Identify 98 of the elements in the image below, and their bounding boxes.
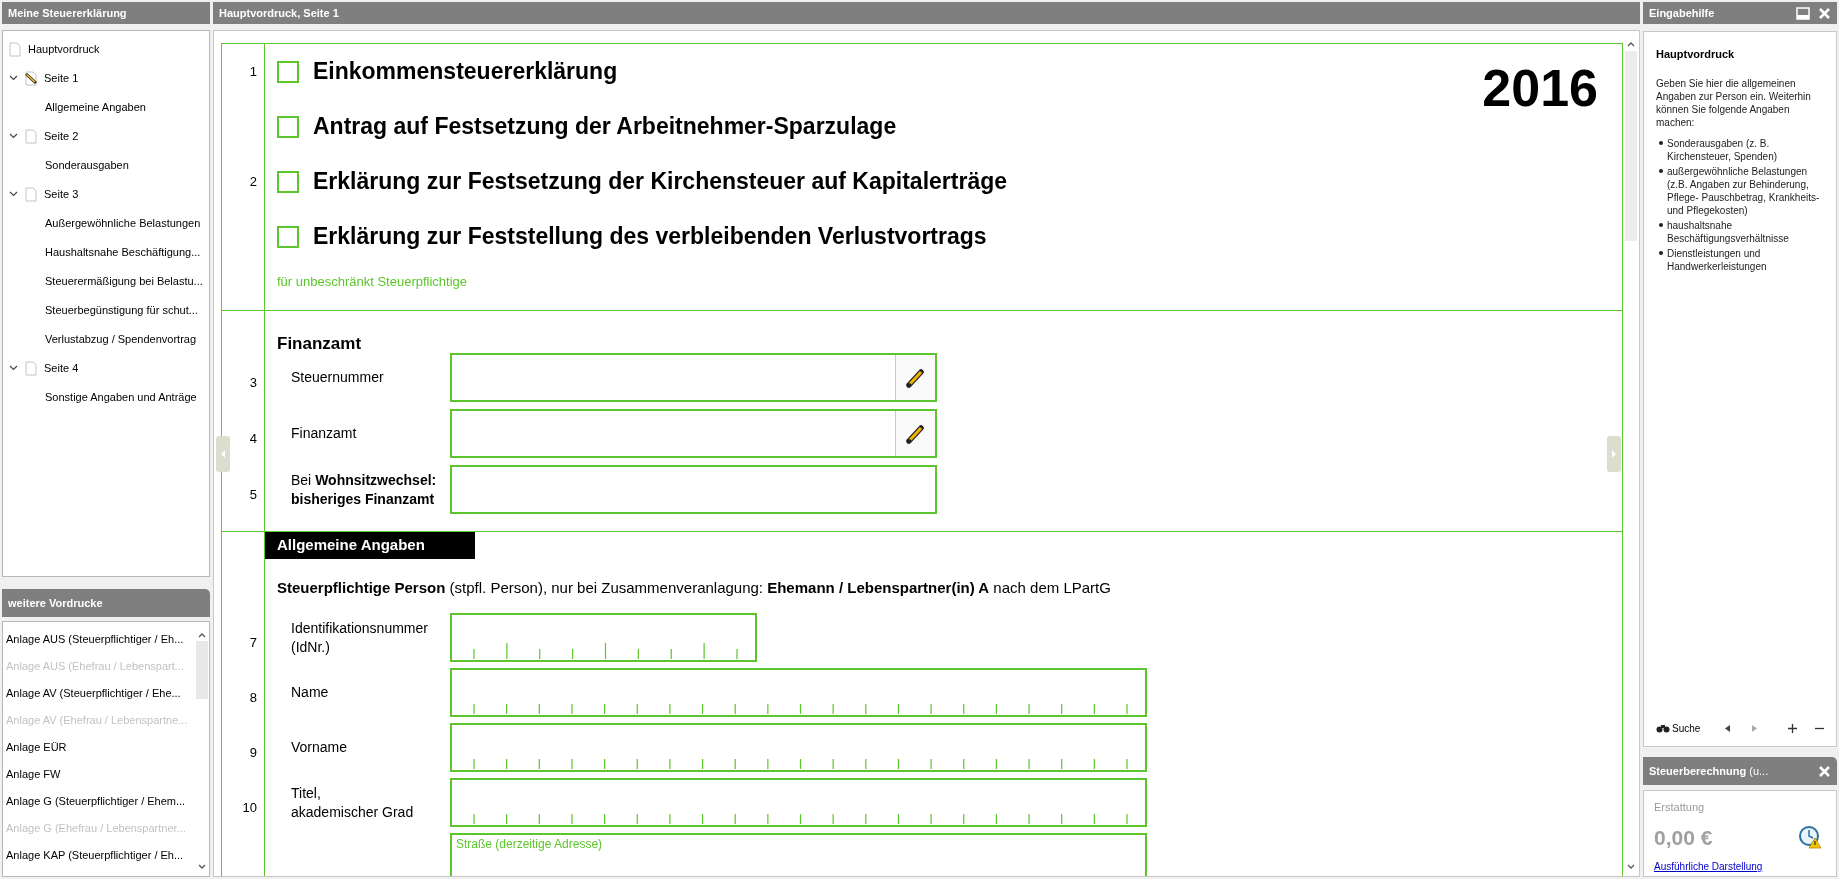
input-field[interactable]: [450, 668, 1147, 717]
help-list-item: haushaltsnahe Beschäftigungsverhältnisse: [1667, 218, 1790, 245]
expanded-chevron-icon[interactable]: [9, 132, 18, 141]
form-list-item[interactable]: Anlage FW: [3, 761, 195, 788]
close-icon[interactable]: [1818, 6, 1831, 20]
input-field[interactable]: [450, 723, 1147, 772]
scroll-down-icon[interactable]: [1627, 864, 1635, 870]
form-list-item[interactable]: Anlage AUS (Steuerpflichtiger / Eh...: [3, 626, 195, 653]
input-field[interactable]: [450, 465, 937, 514]
line-number: 10: [242, 798, 257, 817]
collapse-handle-icon[interactable]: [216, 436, 230, 472]
tree-item[interactable]: Hauptvordruck: [28, 41, 100, 58]
checkbox[interactable]: [277, 60, 299, 83]
input-field[interactable]: [450, 613, 757, 662]
line-number: 7: [249, 633, 257, 652]
tree-item[interactable]: Allgemeine Angaben: [3, 93, 209, 122]
pencil-icon: [904, 422, 927, 445]
tree-item[interactable]: Steuerermäßigung bei Belastu...: [3, 267, 209, 296]
scroll-down-icon[interactable]: [198, 864, 206, 870]
tree-item[interactable]: Sonstige Angaben und Anträge: [3, 383, 209, 412]
line-number: 8: [249, 688, 257, 707]
search-button[interactable]: Suche: [1656, 721, 1701, 736]
line-number: 9: [249, 743, 257, 762]
panel-header: Meine Steuererklärung: [2, 2, 210, 24]
tree-item[interactable]: Seite 3: [44, 186, 79, 203]
checkbox-label: Antrag auf Festsetzung der Arbeitnehmer-Sparzulage: [313, 112, 897, 142]
scroll-up-icon[interactable]: [1627, 41, 1635, 47]
tree-item[interactable]: Sonderausgaben: [3, 151, 209, 180]
form-year: 2016: [1482, 58, 1599, 119]
binoculars-icon: [1656, 724, 1670, 733]
checkbox-label: Erklärung zur Festsetzung der Kirchensteuer auf Kapitalerträge: [313, 167, 1007, 197]
document-title: Hauptvordruck, Seite 1: [213, 2, 1640, 24]
help-list-item: Sonderausgaben (z. B. Kirchensteuer, Spenden): [1667, 136, 1779, 163]
tree-item[interactable]: Steuerbegünstigung für schut...: [3, 296, 209, 325]
expanded-chevron-icon[interactable]: [9, 74, 18, 83]
field-label: Finanzamt: [291, 424, 357, 443]
panel-title: Steuerberechnung (u...: [1649, 763, 1770, 779]
panel-header: weitere Vordrucke: [2, 589, 210, 617]
input-field[interactable]: [450, 409, 937, 458]
bullet-icon: [1659, 222, 1663, 227]
checkbox[interactable]: [277, 170, 299, 193]
clock-warning-icon: [1798, 825, 1822, 850]
tree-item[interactable]: Seite 1: [44, 70, 79, 87]
details-link[interactable]: Ausführliche Darstellung: [1654, 859, 1826, 874]
field-label: Name: [291, 683, 329, 702]
scroll-up-icon[interactable]: [198, 632, 206, 638]
expanded-chevron-icon[interactable]: [9, 190, 18, 199]
expanded-chevron-icon[interactable]: [9, 364, 18, 373]
form-list-item[interactable]: Anlage KAP (Steuerpflichtiger / Eh...: [3, 842, 195, 869]
input-field[interactable]: [450, 353, 937, 402]
panel-title: Eingabehilfe: [1649, 5, 1716, 21]
close-icon[interactable]: [1818, 764, 1831, 778]
field-label: Vorname: [291, 738, 348, 757]
edit-button[interactable]: [895, 411, 935, 456]
intro-text: Steuerpflichtige Person (stpfl. Person), nur bei Zusammenveranlagung: Ehemann / Lebenspartner(in) A nach dem LPartG: [276, 578, 1111, 598]
checkbox-label: Erklärung zur Feststellung des verbleibenden Verlustvortrags: [313, 222, 987, 252]
tree-item[interactable]: Haushaltsnahe Beschäftigung...: [3, 238, 209, 267]
form-note: für unbeschränkt Steuerpflichtige: [276, 273, 468, 291]
line-number: 1: [249, 62, 257, 81]
help-list-item: außergewöhnliche Belastungen (z.B. Angaben zur Behinderung, Pflege- Pauschbetrag, Krankheits- und Pflegekosten): [1667, 164, 1821, 217]
help-heading: Hauptvordruck: [1656, 47, 1736, 62]
previous-icon[interactable]: [1724, 724, 1732, 733]
pencil-icon: [904, 366, 927, 389]
form-list-item[interactable]: Anlage G (Steuerpflichtiger / Ehem...: [3, 788, 195, 815]
refund-label: Erstattung: [1654, 800, 1706, 815]
form-list-item[interactable]: Anlage EÜR: [3, 734, 195, 761]
form-list-item[interactable]: Anlage AV (Steuerpflichtiger / Ehe...: [3, 680, 195, 707]
help-list-item: Dienstleistungen und Handwerkerleistungen: [1667, 246, 1768, 273]
edit-button[interactable]: [895, 355, 935, 400]
help-text: Geben Sie hier die allgemeinen Angaben zur Person ein. Weiterhin können Sie folgende Angaben machen:: [1656, 76, 1812, 129]
section-title: Finanzamt: [276, 333, 362, 353]
line-number: 3: [249, 373, 257, 392]
checkbox[interactable]: [277, 225, 299, 248]
next-icon[interactable]: [1750, 724, 1758, 733]
checkbox[interactable]: [277, 115, 299, 138]
scroll-thumb[interactable]: [196, 641, 208, 699]
field-label: Bei Wohnsitzwechsel: bisheriges Finanzamt: [291, 470, 437, 509]
bullet-icon: [1659, 140, 1663, 145]
refund-amount: 0,00 €: [1654, 824, 1714, 851]
line-number: 4: [249, 429, 257, 448]
field-label: Identifikationsnummer (IdNr.): [291, 618, 428, 657]
collapse-handle-icon[interactable]: [1607, 436, 1621, 472]
section-heading: Allgemeine Angaben: [265, 532, 475, 559]
minimize-icon[interactable]: [1796, 6, 1810, 20]
tree-item[interactable]: Seite 4: [44, 360, 79, 377]
zoom-in-icon[interactable]: [1788, 724, 1797, 733]
line-number: 2: [249, 172, 257, 191]
tree-item[interactable]: Außergewöhnliche Belastungen: [3, 209, 209, 238]
field-label: Titel, akademischer Grad: [291, 783, 414, 822]
line-number: 5: [249, 485, 257, 504]
bullet-icon: [1659, 168, 1663, 173]
checkbox-label: Einkommensteuererklärung: [313, 57, 618, 87]
bullet-icon: [1659, 250, 1663, 255]
tree-item[interactable]: Seite 2: [44, 128, 79, 145]
input-field[interactable]: [450, 778, 1147, 827]
tree-item[interactable]: Verlustabzug / Spendenvortrag: [3, 325, 209, 354]
input-field[interactable]: Straße (derzeitige Adresse): [450, 833, 1147, 876]
field-label: Steuernummer: [291, 368, 384, 387]
